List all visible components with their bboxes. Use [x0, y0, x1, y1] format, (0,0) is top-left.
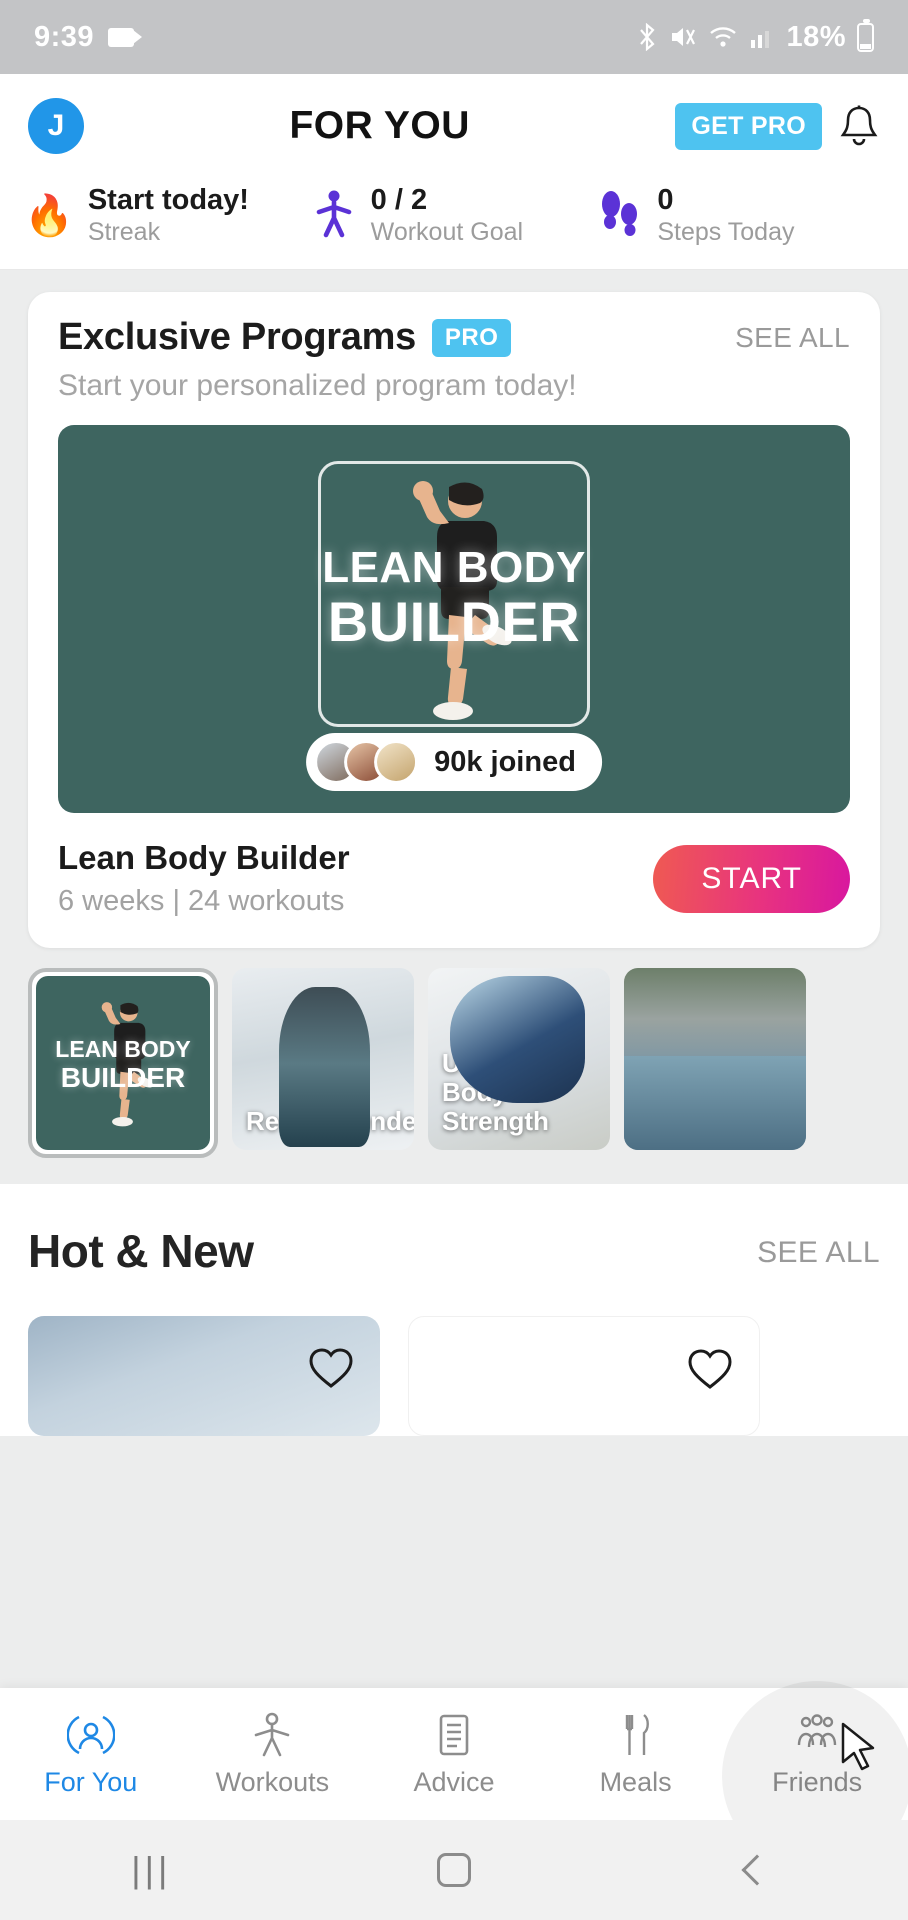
video-record-icon: [108, 27, 143, 47]
program-thumbnail-carousel[interactable]: LEAN BODY BUILDER Recommended Ultimate B…: [0, 948, 908, 1159]
battery-icon: [857, 18, 874, 52]
content-area: Exclusive Programs PRO SEE ALL Start you…: [0, 292, 908, 1437]
exclusive-see-all-link[interactable]: SEE ALL: [735, 322, 850, 354]
hot-and-new-see-all-link[interactable]: SEE ALL: [757, 1236, 880, 1278]
status-bar: 9:39 18%: [0, 0, 908, 74]
stats-strip: 🔥 Start today! Streak 0 / 2 Workout Goal: [0, 178, 908, 271]
program-name: Lean Body Builder: [58, 839, 350, 877]
thumbnail-ultimate-body-strength[interactable]: Ultimate Body Strength: [428, 968, 610, 1151]
nav-item-for-you[interactable]: For You: [0, 1711, 182, 1798]
nav-label: Meals: [599, 1766, 672, 1797]
joined-avatar-3: [374, 740, 419, 785]
app-header: J FOR YOU GET PRO: [0, 74, 908, 178]
exclusive-programs-subtitle: Start your personalized program today!: [58, 369, 577, 403]
hot-and-new-section: Hot & New SEE ALL: [0, 1184, 908, 1437]
app-screen: 9:39 18% J FOR YOU GET PRO 🔥 Start today…: [0, 0, 908, 1920]
thumbnail-word-2: BUILDER: [60, 1062, 186, 1094]
hot-card[interactable]: [28, 1316, 380, 1437]
program-hero-banner[interactable]: LEAN BODY BUILDER 90k joined: [58, 425, 850, 814]
recent-apps-icon: |||: [131, 1849, 172, 1890]
hot-and-new-title: Hot & New: [28, 1225, 254, 1278]
cellular-signal-icon: [751, 31, 770, 48]
exclusive-programs-header: Exclusive Programs PRO SEE ALL: [58, 316, 850, 359]
stat-steps-value: 0: [657, 184, 674, 216]
nav-label: For You: [44, 1766, 138, 1797]
wifi-icon: [710, 27, 737, 47]
notification-bell-icon[interactable]: [838, 103, 880, 149]
android-navigation-bar: |||: [0, 1820, 908, 1920]
status-bar-left: 9:39: [34, 20, 143, 54]
nav-item-workouts[interactable]: Workouts: [182, 1711, 364, 1798]
hot-card[interactable]: [408, 1316, 760, 1437]
heart-outline-icon[interactable]: [308, 1346, 354, 1390]
pro-badge: PRO: [431, 318, 512, 357]
thumbnail-word-1: LEAN BODY: [55, 1036, 191, 1063]
status-time: 9:39: [34, 20, 95, 53]
home-square-icon: [437, 1853, 471, 1887]
avatar[interactable]: J: [28, 98, 84, 154]
hot-and-new-cards: [28, 1316, 880, 1437]
footsteps-icon: [597, 188, 643, 243]
nav-label: Workouts: [215, 1766, 330, 1797]
hero-title-line2: BUILDER: [327, 590, 581, 654]
user-circle-icon: [66, 1715, 115, 1754]
program-info-row: Lean Body Builder 6 weeks | 24 workouts …: [58, 839, 850, 918]
nav-item-meals[interactable]: Meals: [545, 1711, 727, 1798]
exclusive-programs-card: Exclusive Programs PRO SEE ALL Start you…: [28, 292, 880, 949]
page-title: FOR YOU: [289, 104, 470, 147]
stat-streak-label: Streak: [87, 218, 161, 247]
exclusive-programs-title: Exclusive Programs: [58, 316, 416, 359]
hero-title-line1: LEAN BODY: [322, 543, 586, 593]
recent-apps-button[interactable]: |||: [0, 1849, 303, 1891]
hot-and-new-header: Hot & New SEE ALL: [28, 1224, 880, 1278]
mute-icon: [672, 28, 696, 46]
nav-label: Advice: [413, 1766, 495, 1797]
joined-badge: 90k joined: [306, 733, 602, 792]
mouse-cursor: [841, 1722, 875, 1771]
battery-percent: 18%: [786, 20, 846, 53]
bottom-navigation: For You Workouts Advice Meals Friends: [0, 1680, 908, 1871]
thumbnail-lean-body-builder[interactable]: LEAN BODY BUILDER: [28, 968, 218, 1159]
stat-workout-goal[interactable]: 0 / 2 Workout Goal: [311, 184, 598, 247]
fire-emoji: 🔥: [24, 193, 74, 238]
thumbnail-label: John: [638, 1106, 701, 1137]
thumbnail-john[interactable]: John: [624, 968, 806, 1151]
stat-workout-goal-label: Workout Goal: [370, 218, 524, 247]
back-button[interactable]: [605, 1854, 908, 1886]
start-button[interactable]: START: [653, 844, 850, 913]
joined-avatars: [314, 740, 419, 785]
back-chevron-icon: [741, 1854, 773, 1886]
stat-steps-label: Steps Today: [657, 218, 795, 247]
thumbnail-label: Ultimate Body Strength: [442, 1048, 549, 1137]
status-bar-right: 18%: [636, 18, 874, 54]
fork-knife-icon: [625, 1713, 649, 1755]
stat-streak-value: Start today!: [87, 184, 249, 216]
runner-icon: [311, 188, 357, 243]
thumbnail-label: Recommended: [246, 1106, 414, 1137]
heart-outline-icon[interactable]: [687, 1347, 733, 1391]
stat-workout-goal-value: 0 / 2: [370, 184, 428, 216]
bluetooth-icon: [640, 23, 656, 51]
program-meta: 6 weeks | 24 workouts: [58, 885, 345, 918]
home-button[interactable]: [303, 1853, 606, 1887]
joined-count: 90k joined: [434, 745, 576, 778]
document-lines-icon: [439, 1714, 469, 1755]
get-pro-button[interactable]: GET PRO: [675, 102, 822, 150]
exercise-person-icon: [255, 1712, 290, 1756]
nav-item-advice[interactable]: Advice: [363, 1711, 545, 1798]
stat-streak[interactable]: 🔥 Start today! Streak: [24, 184, 311, 247]
stat-steps[interactable]: 0 Steps Today: [597, 184, 884, 247]
thumbnail-recommended[interactable]: Recommended: [232, 968, 414, 1151]
